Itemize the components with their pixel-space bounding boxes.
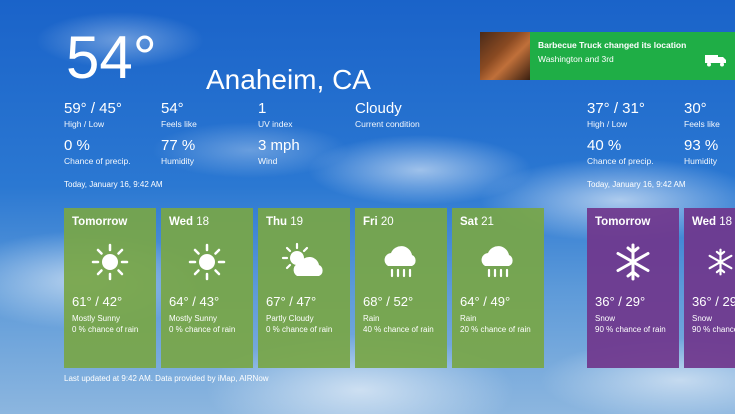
forecast-day: Wed: [692, 216, 717, 228]
forecast-card[interactable]: Sat 21 64° / 49° Rain 20 % chance of rai…: [452, 208, 544, 368]
stat-humidity: 77 % Humidity: [161, 137, 196, 166]
forecast-rain: 90 % chance of rain: [692, 325, 735, 334]
forecast-hilo: 36° / 29°: [595, 294, 646, 309]
forecast-rain: 0 % chance of rain: [72, 325, 139, 334]
forecast-day: Sat: [460, 216, 478, 228]
forecast-hilo: 67° / 47°: [266, 294, 317, 309]
forecast-date: 21: [481, 216, 494, 228]
forecast-rain: 0 % chance of rain: [169, 325, 236, 334]
second-timestamp: Today, January 16, 9:42 AM: [587, 180, 686, 189]
partly-cloudy-icon: [258, 242, 350, 282]
toast-notification[interactable]: Barbecue Truck changed its location Wash…: [480, 32, 735, 80]
snowflake-icon: [587, 242, 679, 282]
current-timestamp: Today, January 16, 9:42 AM: [64, 180, 163, 189]
forecast-condition: Rain: [363, 314, 380, 323]
forecast-condition: Partly Cloudy: [266, 314, 314, 323]
second-stat-precip: 40 % Chance of precip.: [587, 137, 654, 166]
stat-precip: 0 % Chance of precip.: [64, 137, 131, 166]
forecast-date: 19: [290, 216, 304, 228]
sun-icon: [161, 242, 253, 282]
second-stat-feels-like: 30° Feels like: [684, 100, 720, 129]
toast-title: Barbecue Truck changed its location: [538, 40, 687, 50]
forecast-hilo: 68° / 52°: [363, 294, 414, 309]
forecast-card[interactable]: Fri 20 68° / 52° Rain 40 % chance of rai…: [355, 208, 447, 368]
snowflake-icon: [706, 242, 735, 282]
stat-condition: Cloudy Current condition: [355, 100, 420, 129]
second-stat-humidity: 93 % Humidity: [684, 137, 719, 166]
stat-wind: 3 mph Wind: [258, 137, 300, 166]
forecast-condition: Mostly Sunny: [169, 314, 218, 323]
truck-icon: [705, 53, 727, 72]
forecast-condition: Snow: [595, 314, 616, 323]
forecast-hilo: 36° / 29°: [692, 294, 735, 309]
forecast-date: 18: [719, 216, 733, 228]
forecast-condition: Rain: [460, 314, 477, 323]
stat-uv-index: 1 UV index: [258, 100, 293, 129]
forecast-hilo: 64° / 43°: [169, 294, 220, 309]
toast-body: Washington and 3rd: [538, 54, 614, 64]
current-temperature: 54°: [66, 24, 157, 91]
forecast-date: 20: [380, 216, 394, 228]
footer-attribution: Last updated at 9:42 AM. Data provided b…: [64, 374, 269, 383]
city-name: Anaheim, CA: [206, 64, 371, 95]
forecast-day: Tomorrow: [72, 216, 128, 228]
forecast-card[interactable]: Tomorrow 36° / 29° Snow 90 % chance of r…: [587, 208, 679, 368]
forecast-date: 18: [196, 216, 210, 228]
sun-icon: [64, 242, 156, 282]
toast-thumbnail: [480, 32, 530, 80]
rain-cloud-icon: [452, 242, 544, 282]
forecast-card[interactable]: Wed 18 64° / 43° Mostly Sunny 0 % chance…: [161, 208, 253, 368]
forecast-rain: 90 % chance of rain: [595, 325, 666, 334]
forecast-day: Wed: [169, 216, 194, 228]
forecast-day: Tomorrow: [595, 216, 651, 228]
forecast-rain: 20 % chance of rain: [460, 325, 531, 334]
rain-cloud-icon: [355, 242, 447, 282]
forecast-hilo: 64° / 49°: [460, 294, 511, 309]
forecast-condition: Snow: [692, 314, 713, 323]
second-stat-high-low: 37° / 31° High / Low: [587, 100, 645, 129]
forecast-day: Fri: [363, 216, 378, 228]
forecast-hilo: 61° / 42°: [72, 294, 123, 309]
forecast-card[interactable]: Tomorrow 61° / 42° Mostly Sunny 0 % chan…: [64, 208, 156, 368]
forecast-rain: 40 % chance of rain: [363, 325, 434, 334]
stat-feels-like: 54° Feels like: [161, 100, 197, 129]
forecast-rain: 0 % chance of rain: [266, 325, 333, 334]
forecast-card[interactable]: Wed 18 36° / 29° Snow 90 % chance of rai…: [684, 208, 735, 368]
stat-high-low: 59° / 45° High / Low: [64, 100, 122, 129]
forecast-condition: Mostly Sunny: [72, 314, 121, 323]
forecast-day: Thu: [266, 216, 288, 228]
forecast-card[interactable]: Thu 19 67° / 47° Partly Cloudy 0 % chanc…: [258, 208, 350, 368]
